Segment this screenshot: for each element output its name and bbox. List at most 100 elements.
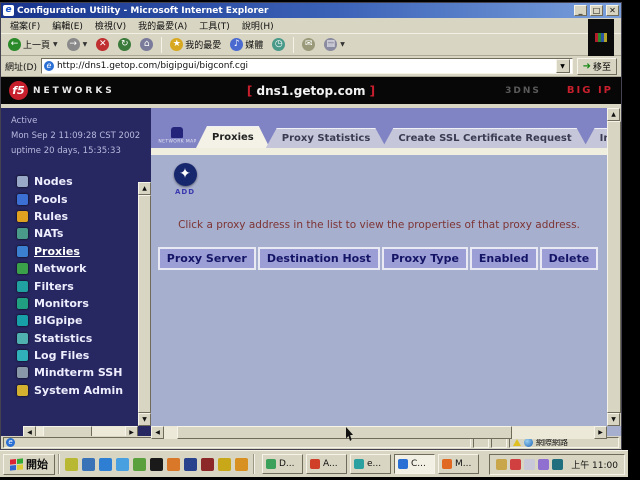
internet-zone-icon <box>524 438 533 447</box>
tray-icon[interactable] <box>510 459 521 470</box>
menu-edit[interactable]: 編輯(E) <box>47 18 88 33</box>
scroll-right-icon[interactable]: ▶ <box>594 426 607 439</box>
network-map-button[interactable]: NETWORK MAP <box>154 127 200 145</box>
history-button[interactable]: ◷ <box>268 37 289 52</box>
tab-create-ssl-certificate-request[interactable]: Create SSL Certificate Request <box>382 128 587 148</box>
close-button[interactable]: ✕ <box>606 5 619 16</box>
taskbar: 開始 D... A... e... <box>0 450 628 477</box>
title-bar: e Configuration Utility - Microsoft Inte… <box>1 3 621 18</box>
proxies-icon <box>17 246 28 257</box>
address-dropdown-icon[interactable]: ▼ <box>556 59 570 73</box>
column-header-destination-host[interactable]: Destination Host <box>258 247 380 270</box>
media-button[interactable]: ♪ 媒體 <box>226 37 267 52</box>
tab-proxy-statistics[interactable]: Proxy Statistics <box>266 128 387 148</box>
main-vertical-scrollbar[interactable]: ▲ ▼ <box>607 108 621 426</box>
window-app-icon <box>310 459 320 469</box>
print-dropdown-icon[interactable]: ▼ <box>340 41 345 48</box>
sidebar-item-rules[interactable]: Rules <box>1 208 151 225</box>
address-bar: 網址(D) e http://dns1.getop.com/bigipgui/b… <box>1 56 621 77</box>
window-app-icon <box>354 459 364 469</box>
quick-launch-icon[interactable] <box>65 458 78 471</box>
column-header-delete[interactable]: Delete <box>540 247 599 270</box>
tray-icon[interactable] <box>538 459 549 470</box>
menu-view[interactable]: 檢視(V) <box>90 18 131 33</box>
sidebar-item-nats[interactable]: NATs <box>1 225 151 242</box>
taskbar-clock[interactable]: 上午 11:00 <box>571 458 618 471</box>
menu-tools[interactable]: 工具(T) <box>194 18 235 33</box>
scrollbar-thumb[interactable] <box>607 121 621 413</box>
sidebar-item-log-files[interactable]: Log Files <box>1 347 151 364</box>
forward-dropdown-icon[interactable]: ▼ <box>83 41 88 48</box>
ie-window-icon: e <box>3 5 14 16</box>
quick-launch-icon[interactable] <box>184 458 197 471</box>
tray-icon[interactable] <box>496 459 507 470</box>
menu-favorites[interactable]: 我的最愛(A) <box>133 18 192 33</box>
sidebar-item-network[interactable]: Network <box>1 260 151 277</box>
scroll-down-icon[interactable]: ▼ <box>607 413 620 426</box>
desktop: e Configuration Utility - Microsoft Inte… <box>0 0 640 480</box>
taskbar-window-button[interactable]: D... <box>262 454 303 474</box>
minimize-button[interactable]: _ <box>574 5 587 16</box>
toolbar-separator <box>293 37 294 53</box>
quick-launch-icon[interactable] <box>235 458 248 471</box>
back-dropdown-icon[interactable]: ▼ <box>53 41 58 48</box>
back-button[interactable]: ← 上一頁 ▼ <box>4 37 62 52</box>
mail-button[interactable]: ✉ <box>298 37 319 52</box>
toolbar-separator <box>161 37 162 53</box>
quick-launch-icon[interactable] <box>167 458 180 471</box>
address-url[interactable]: http://dns1.getop.com/bigipgui/bigconf.c… <box>57 61 553 71</box>
menu-help[interactable]: 說明(H) <box>237 18 279 33</box>
address-label: 網址(D) <box>5 60 37 73</box>
sidebar-item-bigpipe[interactable]: BIGpipe <box>1 312 151 329</box>
tray-icon[interactable] <box>524 459 535 470</box>
column-header-enabled[interactable]: Enabled <box>470 247 538 270</box>
column-header-proxy-server[interactable]: Proxy Server <box>158 247 256 270</box>
tab-proxies[interactable]: Proxies <box>196 126 270 148</box>
quick-launch-icon[interactable] <box>218 458 231 471</box>
tray-icon[interactable] <box>552 459 563 470</box>
print-icon: ▤ <box>324 38 337 51</box>
home-icon: ⌂ <box>140 38 153 51</box>
start-button[interactable]: 開始 <box>3 454 55 475</box>
go-button[interactable]: ➜ 移至 <box>577 58 617 75</box>
taskbar-window-button[interactable]: e... <box>350 454 391 474</box>
menu-file[interactable]: 檔案(F) <box>5 18 45 33</box>
refresh-button[interactable]: ↻ <box>114 37 135 52</box>
sidebar-item-system-admin[interactable]: System Admin <box>1 382 151 399</box>
main-horizontal-scrollbar[interactable]: ◀ ▶ <box>151 426 607 439</box>
stop-button[interactable]: ✕ <box>92 37 113 52</box>
maximize-button[interactable]: □ <box>590 5 603 16</box>
add-proxy-button[interactable]: ✦ ADD <box>171 163 199 196</box>
quick-launch-icon[interactable] <box>82 458 95 471</box>
favorites-button[interactable]: ★ 我的最愛 <box>166 37 225 52</box>
scrollbar-thumb[interactable] <box>138 195 151 413</box>
scroll-left-icon[interactable]: ◀ <box>151 426 164 439</box>
quick-launch-icon[interactable] <box>99 458 112 471</box>
sidebar-item-statistics[interactable]: Statistics <box>1 330 151 347</box>
quick-launch-icon[interactable] <box>201 458 214 471</box>
sidebar-item-pools[interactable]: Pools <box>1 190 151 207</box>
scroll-down-icon[interactable]: ▼ <box>138 413 151 426</box>
sidebar-item-filters[interactable]: Filters <box>1 277 151 294</box>
sidebar-item-nodes[interactable]: Nodes <box>1 173 151 190</box>
print-button[interactable]: ▤ ▼ <box>320 37 349 52</box>
sidebar-item-mindterm-ssh[interactable]: Mindterm SSH <box>1 364 151 381</box>
taskbar-window-button-active[interactable]: C... <box>394 454 435 474</box>
taskbar-window-button[interactable]: A... <box>306 454 347 474</box>
ie-throbber-logo <box>588 19 614 56</box>
scrollbar-thumb[interactable] <box>177 426 512 439</box>
home-button[interactable]: ⌂ <box>136 37 157 52</box>
quick-launch-icon[interactable] <box>150 458 163 471</box>
quick-launch-icon[interactable] <box>116 458 129 471</box>
quick-launch-icon[interactable] <box>133 458 146 471</box>
forward-button[interactable]: → ▼ <box>63 37 92 52</box>
sidebar-item-proxies[interactable]: Proxies <box>1 243 151 260</box>
column-header-proxy-type[interactable]: Proxy Type <box>382 247 468 270</box>
sidebar-vertical-scrollbar[interactable]: ▲ ▼ <box>138 182 151 426</box>
address-input[interactable]: e http://dns1.getop.com/bigipgui/bigconf… <box>41 58 573 74</box>
sidebar-item-monitors[interactable]: Monitors <box>1 295 151 312</box>
scroll-up-icon[interactable]: ▲ <box>607 108 620 121</box>
taskbar-separator <box>58 454 60 474</box>
taskbar-window-button[interactable]: M... <box>438 454 479 474</box>
scroll-up-icon[interactable]: ▲ <box>138 182 151 195</box>
